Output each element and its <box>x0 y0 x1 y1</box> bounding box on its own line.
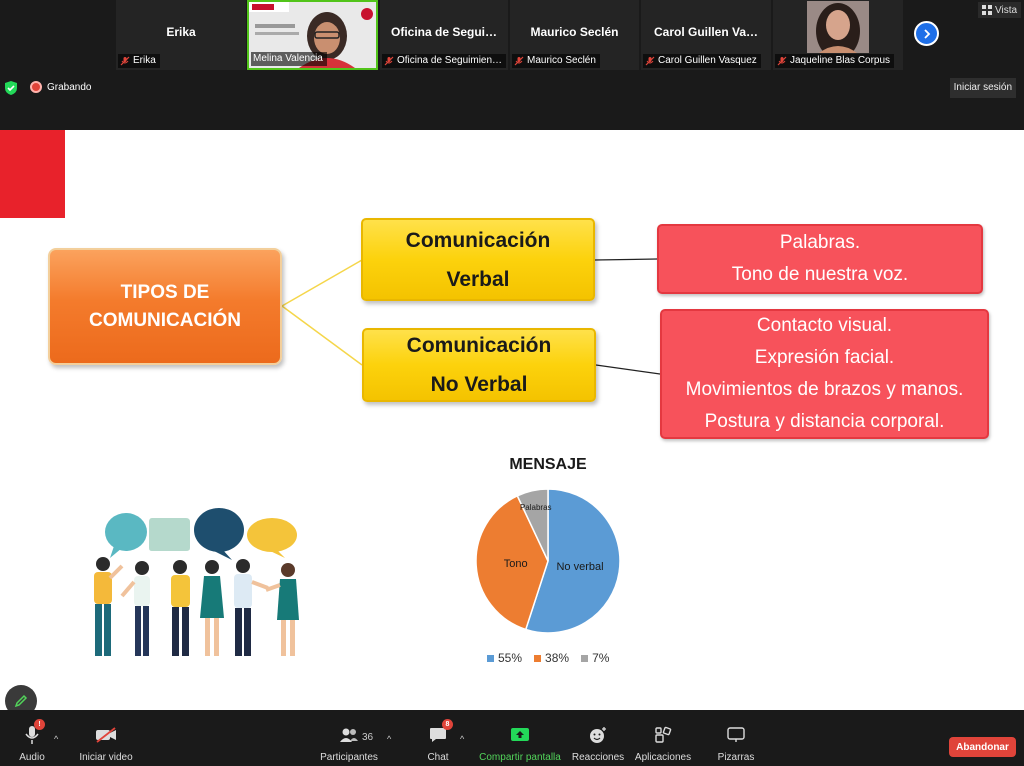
legend-item: 7% <box>581 651 609 665</box>
participant-tile-erika[interactable]: Erika Erika <box>116 0 246 70</box>
meeting-toolbar: ! Audio ^ Iniciar video Participantes 36… <box>0 710 1024 766</box>
shared-screen-slide: No verbal Tono Palabras TIPOS DE COMUNIC… <box>0 130 1024 710</box>
participant-name: Maurico Seclén <box>530 25 619 39</box>
security-shield-icon[interactable] <box>4 80 18 96</box>
mic-off-icon <box>514 56 524 66</box>
recording-indicator[interactable]: Grabando <box>30 81 91 93</box>
chevron-right-icon <box>923 28 930 39</box>
pencil-icon <box>14 694 28 708</box>
pie-slice-label: Palabras <box>520 503 552 512</box>
connector-line <box>281 305 363 366</box>
connector-line <box>595 364 661 375</box>
participant-label: Jaqueline Blas Corpus <box>775 54 895 68</box>
pie-slice-label: No verbal <box>556 561 603 573</box>
mic-off-icon <box>777 56 787 66</box>
participant-strip: Erika Erika Melina Valencia Oficina de S… <box>0 0 1024 70</box>
audio-warning-badge: ! <box>34 719 45 730</box>
audio-button[interactable]: ! Audio <box>14 710 50 766</box>
whiteboard-icon <box>727 727 745 742</box>
next-participants-button[interactable] <box>914 21 939 46</box>
people-illustration <box>94 508 299 656</box>
pie-chart: No verbal Tono Palabras <box>475 488 621 634</box>
share-screen-icon <box>511 728 529 741</box>
participant-label: Melina Valencia <box>251 52 327 66</box>
connector-line <box>281 259 363 307</box>
verbal-items-box: Palabras. Tono de nuestra voz. <box>657 224 983 294</box>
audio-options-caret[interactable]: ^ <box>54 734 58 744</box>
participant-label: Carol Guillen Vasquez <box>643 54 761 68</box>
participant-name: Oficina de Segui… <box>390 25 498 39</box>
legend-item: 55% <box>487 651 522 665</box>
participant-tile-carol[interactable]: Carol Guillen Va… Carol Guillen Vasquez <box>641 0 771 70</box>
grid-icon <box>982 5 992 15</box>
chat-unread-badge: 8 <box>442 719 453 730</box>
nonverbal-items-box: Contacto visual. Expresión facial. Movim… <box>660 309 989 439</box>
signin-button[interactable]: Iniciar sesión <box>949 78 1016 98</box>
types-of-communication-box: TIPOS DE COMUNICACIÓN <box>48 248 282 365</box>
video-off-icon <box>96 727 116 743</box>
chat-options-caret[interactable]: ^ <box>460 734 464 744</box>
meeting-status-bar: Grabando Iniciar sesión <box>0 70 1024 130</box>
participant-tile-oficina[interactable]: Oficina de Segui… Oficina de Seguimien… <box>380 0 508 70</box>
smiley-icon <box>590 727 606 743</box>
participant-label: Oficina de Seguimien… <box>382 54 507 68</box>
legend-item: 38% <box>534 651 569 665</box>
participant-tile-maurico[interactable]: Maurico Seclén Maurico Seclén <box>510 0 639 70</box>
pie-slice-label: Tono <box>504 558 528 570</box>
whiteboards-button[interactable]: Pizarras <box>716 710 756 766</box>
chat-button[interactable]: 8 Chat <box>423 710 453 766</box>
verbal-communication-box: Comunicación Verbal <box>361 218 595 301</box>
mic-off-icon <box>120 56 130 66</box>
apps-button[interactable]: Aplicaciones <box>634 710 692 766</box>
view-button[interactable]: Vista <box>978 2 1022 18</box>
participants-options-caret[interactable]: ^ <box>387 734 391 744</box>
share-screen-button[interactable]: Compartir pantalla <box>477 710 563 766</box>
reactions-button[interactable]: Reacciones <box>572 710 624 766</box>
chart-legend: 55% 38% 7% <box>487 651 609 665</box>
participant-avatar-photo <box>807 1 869 53</box>
record-icon <box>30 81 42 93</box>
participant-label: Erika <box>118 54 160 68</box>
participants-icon <box>340 728 358 742</box>
connector-line <box>594 258 658 261</box>
participant-name: Erika <box>166 25 196 39</box>
leave-meeting-button[interactable]: Abandonar <box>949 737 1016 757</box>
chart-title: MENSAJE <box>509 456 587 473</box>
participants-count: 36 <box>362 732 374 743</box>
mic-off-icon <box>384 56 394 66</box>
participant-tile-melina-video[interactable]: Melina Valencia <box>247 0 378 70</box>
start-video-button[interactable]: Iniciar video <box>78 710 134 766</box>
zoom-meeting-window: Erika Erika Melina Valencia Oficina de S… <box>0 0 1024 766</box>
nonverbal-communication-box: Comunicación No Verbal <box>362 328 596 402</box>
participant-tile-jaqueline[interactable]: Jaqueline Blas Corpus <box>773 0 903 70</box>
apps-icon <box>655 726 672 743</box>
participant-name: Carol Guillen Va… <box>653 25 759 39</box>
participant-label: Maurico Seclén <box>512 54 600 68</box>
mic-off-icon <box>645 56 655 66</box>
